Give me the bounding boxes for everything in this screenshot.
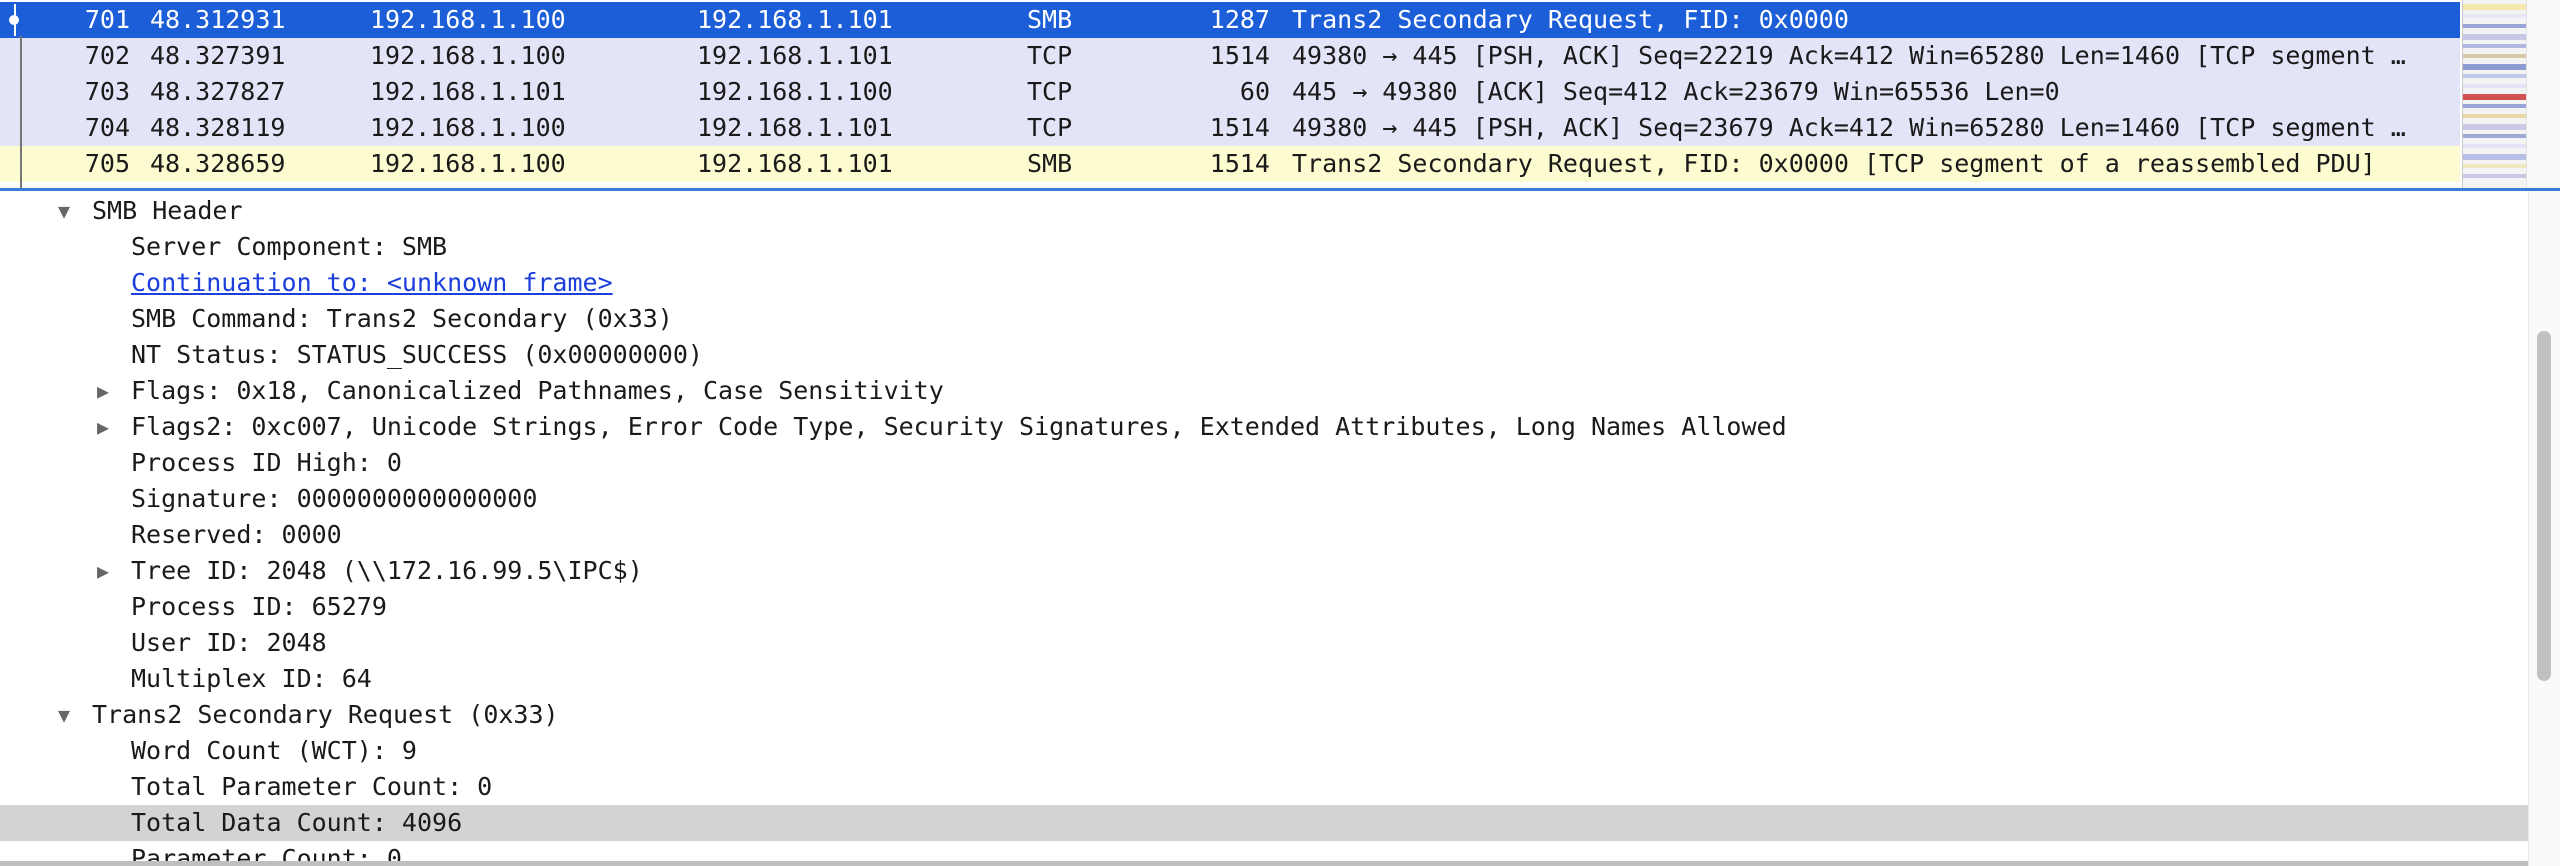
tree-label: Trans2 Secondary Request (0x33) bbox=[92, 700, 559, 729]
tree-label: Process ID: 65279 bbox=[131, 592, 387, 621]
tree-field[interactable]: Total Data Count: 4096 bbox=[0, 805, 2528, 841]
minimap-stripe bbox=[2463, 74, 2527, 78]
tree-field[interactable]: Total Parameter Count: 0 bbox=[0, 769, 2528, 805]
tree-node[interactable]: ▶ Flags: 0x18, Canonicalized Pathnames, C… bbox=[0, 373, 2528, 409]
tree-label: SMB Header bbox=[92, 196, 243, 225]
details-scrollbar[interactable] bbox=[2528, 191, 2560, 866]
packet-info-cell: Trans2 Secondary Request, FID: 0x0000 [T… bbox=[1292, 149, 2376, 178]
tree-label: Flags: 0x18, Canonicalized Pathnames, Ca… bbox=[131, 376, 944, 405]
packet-list-scrollbar[interactable] bbox=[2526, 0, 2560, 188]
triangle-right-icon[interactable]: ▶ bbox=[93, 409, 113, 445]
tree-field[interactable]: Reserved: 0000 bbox=[0, 517, 2528, 553]
packet-info-cell: 49380 → 445 [PSH, ACK] Seq=22219 Ack=412… bbox=[1292, 41, 2406, 70]
tree-label: Server Component: SMB bbox=[131, 232, 448, 261]
packet-info-cell: 445 → 49380 [ACK] Seq=412 Ack=23679 Win=… bbox=[1292, 77, 2060, 106]
tree-label: Total Data Count: 4096 bbox=[131, 808, 463, 837]
minimap-stripe bbox=[2463, 114, 2527, 118]
minimap-stripe bbox=[2463, 174, 2527, 178]
minimap-stripe bbox=[2463, 144, 2527, 148]
tree-field[interactable]: Server Component: SMB bbox=[0, 229, 2528, 265]
minimap-stripe bbox=[2463, 64, 2527, 70]
tree-label: Flags2: 0xc007, Unicode Strings, Error C… bbox=[131, 412, 1787, 441]
tree-field[interactable]: Process ID: 65279 bbox=[0, 589, 2528, 625]
minimap-stripe bbox=[2463, 84, 2527, 88]
tree-field[interactable]: Process ID High: 0 bbox=[0, 445, 2528, 481]
related-packet-marker-icon bbox=[9, 4, 22, 36]
tree-label: Multiplex ID: 64 bbox=[131, 664, 372, 693]
tree-label: Total Parameter Count: 0 bbox=[131, 772, 493, 801]
triangle-right-icon[interactable]: ▶ bbox=[93, 553, 113, 589]
related-packet-line bbox=[20, 36, 22, 188]
tree-node[interactable]: ▼ SMB Header bbox=[0, 193, 2528, 229]
packet-list-rows: 701 48.312931 192.168.1.100 192.168.1.101 SM… bbox=[0, 0, 2460, 188]
minimap-stripe bbox=[2463, 4, 2527, 10]
tree-node[interactable]: ▶ Flags2: 0xc007, Unicode Strings, Error … bbox=[0, 409, 2528, 445]
triangle-right-icon[interactable]: ▶ bbox=[93, 373, 113, 409]
tree-label: SMB Command: Trans2 Secondary (0x33) bbox=[131, 304, 673, 333]
tree-field[interactable]: Multiplex ID: 64 bbox=[0, 661, 2528, 697]
tree-label: NT Status: STATUS_SUCCESS (0x00000000) bbox=[131, 340, 703, 369]
packet-row[interactable]: 704 48.328119 192.168.1.100 192.168.1.101 TC… bbox=[0, 110, 2460, 146]
packet-len-cell: 60 bbox=[1239, 77, 1270, 106]
tree-label: Signature: 0000000000000000 bbox=[131, 484, 538, 513]
packet-len-cell: 1514 bbox=[1209, 113, 1270, 142]
packet-len-cell: 1514 bbox=[1209, 149, 1270, 178]
packet-details-tree: ▼ SMB Header Server Component: SMB Continua… bbox=[0, 191, 2560, 866]
tree-field[interactable]: Signature: 0000000000000000 bbox=[0, 481, 2528, 517]
packet-info-cell: Trans2 Secondary Request, FID: 0x0000 bbox=[1292, 5, 1849, 34]
minimap-stripe bbox=[2463, 124, 2527, 130]
packet-row[interactable]: 703 48.327827 192.168.1.101 192.168.1.100 TC… bbox=[0, 74, 2460, 110]
packet-minimap[interactable] bbox=[2462, 0, 2527, 188]
tree-label: Tree ID: 2048 (\\172.16.99.5\IPC$) bbox=[131, 556, 643, 585]
minimap-stripe bbox=[2463, 104, 2527, 108]
triangle-down-icon[interactable]: ▼ bbox=[54, 697, 74, 733]
tree-label: Process ID High: 0 bbox=[131, 448, 402, 477]
tree-field[interactable]: Word Count (WCT): 9 bbox=[0, 733, 2528, 769]
minimap-stripe bbox=[2463, 34, 2527, 40]
minimap-stripe bbox=[2463, 94, 2527, 100]
tree-node[interactable]: ▼ Trans2 Secondary Request (0x33) bbox=[0, 697, 2528, 733]
packet-row[interactable]: 702 48.327391 192.168.1.100 192.168.1.101 TC… bbox=[0, 38, 2460, 74]
packet-len-cell: 1514 bbox=[1209, 41, 1270, 70]
tree-node[interactable]: ▶ Tree ID: 2048 (\\172.16.99.5\IPC$) bbox=[0, 553, 2528, 589]
continuation-link[interactable]: Continuation to: <unknown frame> bbox=[131, 265, 613, 301]
packet-row[interactable]: 705 48.328659 192.168.1.100 192.168.1.101 SM… bbox=[0, 146, 2460, 182]
tree-field[interactable]: NT Status: STATUS_SUCCESS (0x00000000) bbox=[0, 337, 2528, 373]
tree-field[interactable]: SMB Command: Trans2 Secondary (0x33) bbox=[0, 301, 2528, 337]
tree-label: User ID: 2048 bbox=[131, 628, 327, 657]
packet-len-cell: 1287 bbox=[1209, 5, 1270, 34]
tree-label: Reserved: 0000 bbox=[131, 520, 342, 549]
tree-label: Word Count (WCT): 9 bbox=[131, 736, 417, 765]
tree-field[interactable]: User ID: 2048 bbox=[0, 625, 2528, 661]
minimap-stripe bbox=[2463, 164, 2527, 168]
packet-info-cell: 49380 → 445 [PSH, ACK] Seq=23679 Ack=412… bbox=[1292, 113, 2406, 142]
packet-list[interactable]: 701 48.312931 192.168.1.100 192.168.1.101 SM… bbox=[0, 0, 2560, 191]
triangle-down-icon[interactable]: ▼ bbox=[54, 193, 74, 229]
minimap-stripe bbox=[2463, 44, 2527, 48]
minimap-stripe bbox=[2463, 24, 2527, 28]
details-scrollbar-thumb[interactable] bbox=[2537, 331, 2551, 681]
tree-field[interactable]: Continuation to: <unknown frame> bbox=[0, 265, 2528, 301]
packet-row[interactable]: 701 48.312931 192.168.1.100 192.168.1.101 SM… bbox=[0, 2, 2460, 38]
minimap-stripe bbox=[2463, 54, 2527, 58]
minimap-stripe bbox=[2463, 154, 2527, 160]
minimap-stripe bbox=[2463, 14, 2527, 18]
minimap-stripe bbox=[2463, 134, 2527, 138]
details-bottom-border bbox=[0, 861, 2528, 866]
